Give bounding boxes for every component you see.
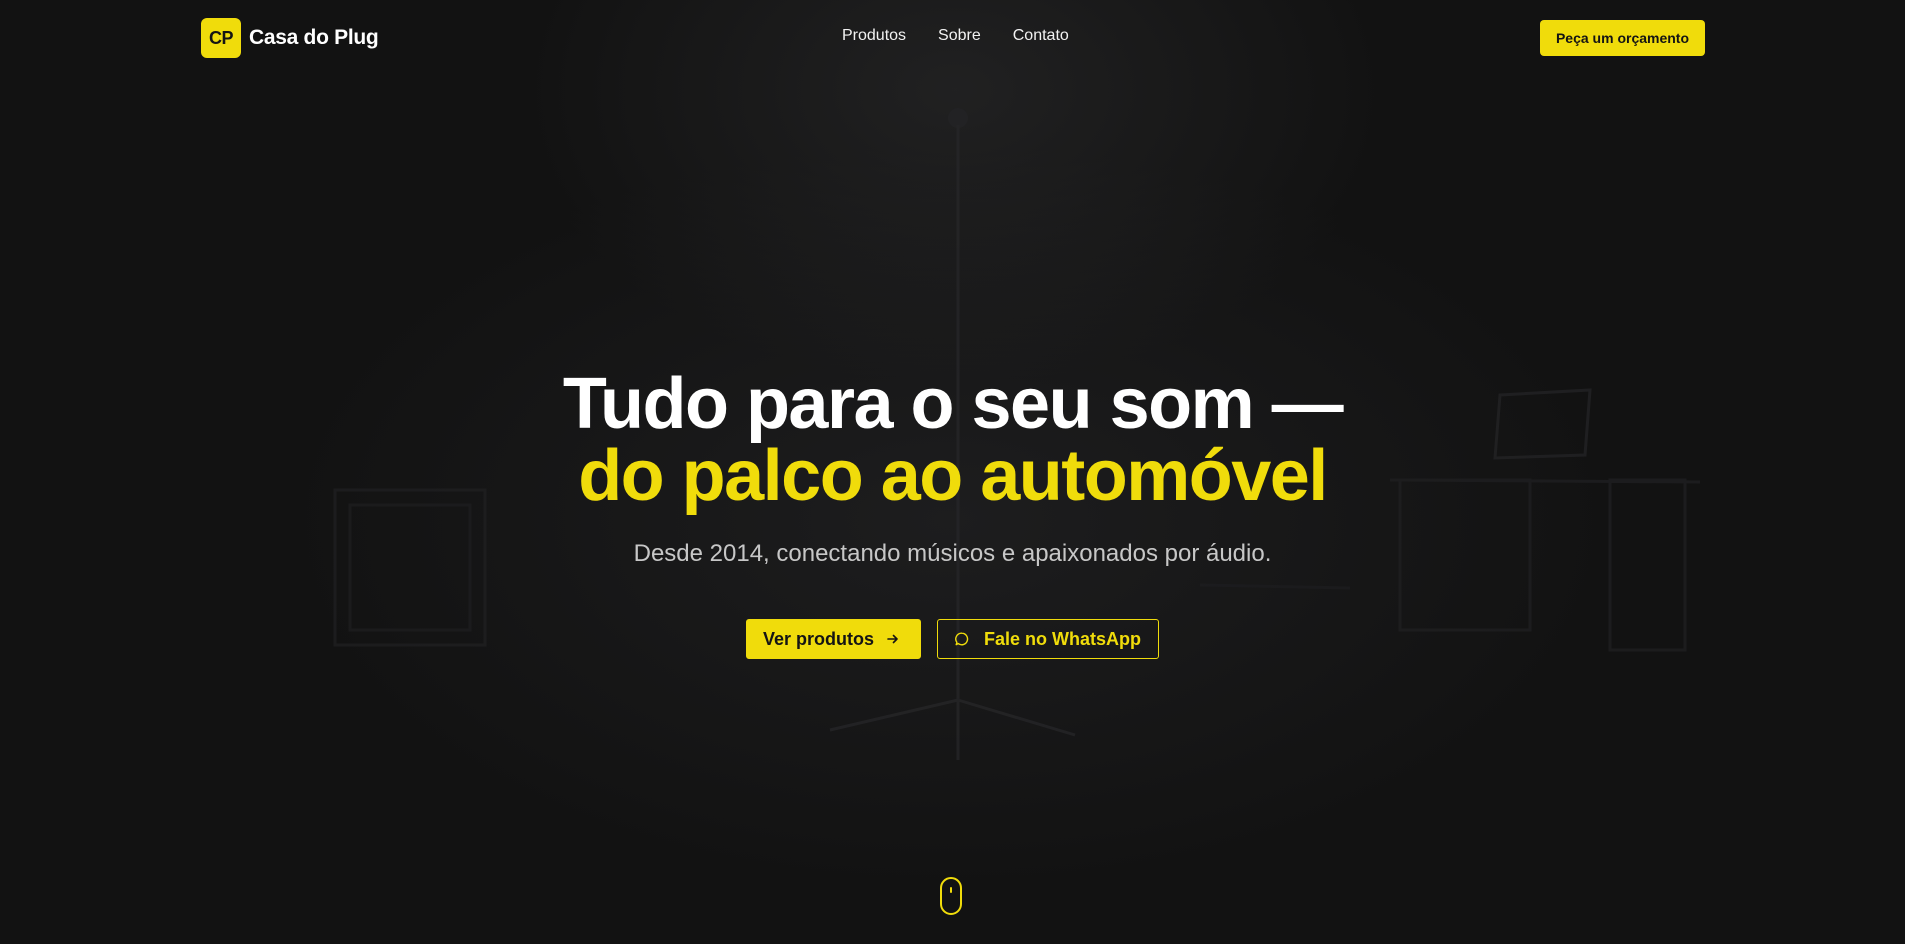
logo-mark: CP	[201, 18, 241, 58]
view-products-button[interactable]: Ver produtos	[746, 619, 921, 659]
hero-subtitle: Desde 2014, conectando músicos e apaixon…	[633, 540, 1272, 567]
scroll-wheel	[950, 887, 952, 893]
hero-title: Tudo para o seu som — do palco ao automó…	[0, 368, 1905, 512]
request-quote-button[interactable]: Peça um orçamento	[1540, 20, 1705, 56]
brand-logo-link[interactable]: CP Casa do Plug	[201, 18, 379, 58]
chat-bubble-icon	[954, 631, 970, 647]
nav-link-contato[interactable]: Contato	[1013, 27, 1069, 45]
brand-name: Casa do Plug	[249, 26, 379, 49]
hero-title-line2: do palco ao automóvel	[578, 436, 1328, 516]
hero-title-line1: Tudo para o seu som —	[562, 364, 1344, 444]
landing-page: CP Casa do Plug Produtos Sobre Contato P…	[0, 0, 1905, 944]
site-header: CP Casa do Plug Produtos Sobre Contato P…	[0, 0, 1905, 76]
hero-actions: Ver produtos Fale no WhatsApp	[746, 619, 1159, 659]
whatsapp-label: Fale no WhatsApp	[984, 628, 1141, 649]
nav-link-sobre[interactable]: Sobre	[938, 27, 981, 45]
view-products-label: Ver produtos	[763, 628, 875, 649]
main-nav: Produtos Sobre Contato	[842, 27, 1069, 45]
mouse-scroll-icon[interactable]	[940, 877, 962, 915]
whatsapp-button[interactable]: Fale no WhatsApp	[937, 619, 1159, 659]
nav-link-produtos[interactable]: Produtos	[842, 27, 906, 45]
arrow-right-icon	[886, 632, 900, 646]
